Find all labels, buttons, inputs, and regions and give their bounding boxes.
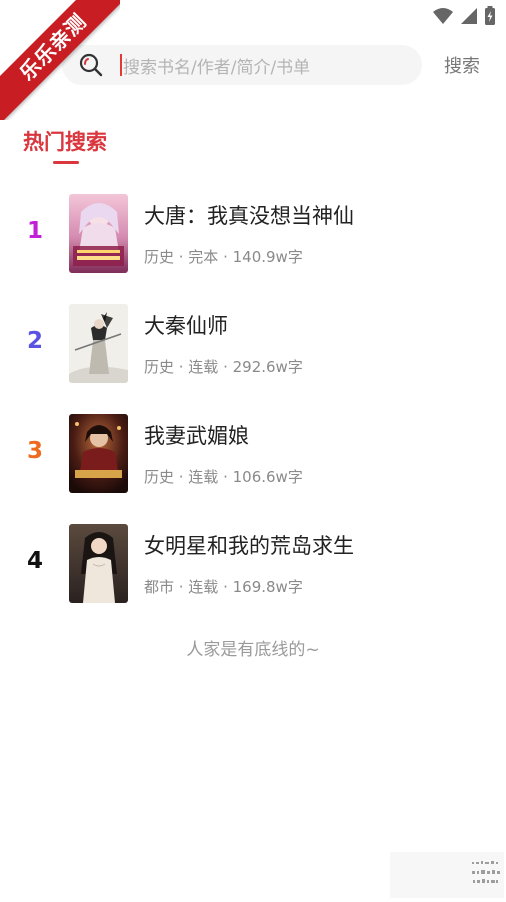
book-meta: 历史 · 连载 · 106.6w字	[144, 468, 303, 486]
book-list-item[interactable]: 3 我妻武媚娘 历史 · 连载 · 106.6w字	[0, 414, 506, 494]
battery-icon	[484, 6, 496, 30]
text-caret	[120, 54, 122, 76]
corner-ribbon: 乐乐亲测	[0, 0, 120, 120]
rank-number: 4	[26, 548, 43, 574]
book-meta: 历史 · 连载 · 292.6w字	[144, 358, 303, 376]
search-input[interactable]: 搜索书名/作者/简介/书单	[123, 53, 310, 78]
rank-number: 2	[26, 328, 43, 354]
book-cover-image	[69, 414, 128, 493]
search-button[interactable]: 搜索	[444, 52, 480, 78]
corner-watermark	[390, 852, 504, 898]
rank-number: 3	[26, 438, 43, 464]
book-meta: 都市 · 连载 · 169.8w字	[144, 578, 303, 596]
book-title: 大唐：我真没想当神仙	[144, 204, 354, 228]
book-title: 女明星和我的荒岛求生	[144, 534, 354, 558]
rank-number: 1	[26, 218, 43, 244]
book-cover-image	[69, 524, 128, 603]
book-title: 大秦仙师	[144, 314, 228, 338]
status-icons	[432, 6, 496, 30]
book-title: 我妻武媚娘	[144, 424, 249, 448]
book-cover-image	[69, 194, 128, 273]
book-list-item[interactable]: 2 大秦仙师 历史 · 连载 · 292.6w字	[0, 304, 506, 384]
end-of-list-note: 人家是有底线的~	[186, 640, 320, 660]
book-cover-image	[69, 304, 128, 383]
section-underline	[53, 161, 79, 164]
section-title-hot-search: 热门搜索	[23, 130, 107, 154]
book-list-item[interactable]: 1 大唐：我真没想当神仙 历史 · 完本 · 140.9w字	[0, 194, 506, 274]
book-meta: 历史 · 完本 · 140.9w字	[144, 248, 303, 266]
signal-icon	[460, 7, 478, 29]
wifi-icon	[432, 7, 454, 29]
ribbon-label: 乐乐亲测	[0, 0, 120, 120]
book-list-item[interactable]: 4 女明星和我的荒岛求生 都市 · 连载 · 169.8w字	[0, 524, 506, 604]
